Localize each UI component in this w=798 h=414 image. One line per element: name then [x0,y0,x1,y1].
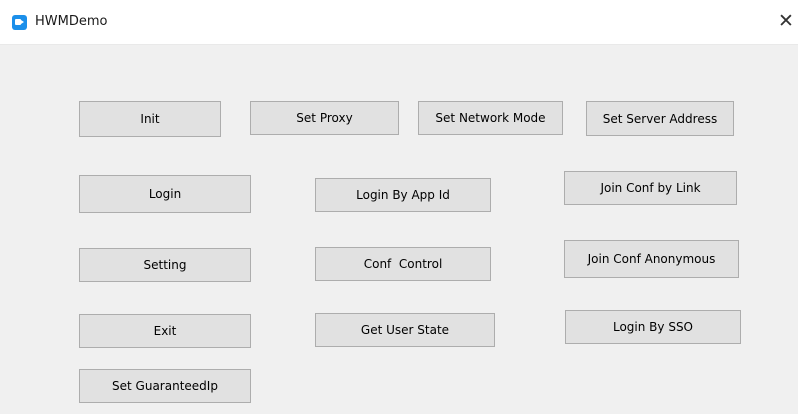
main-panel: Init Set Proxy Set Network Mode Set Serv… [0,45,798,414]
conf-control-button[interactable]: Conf Control [315,247,491,281]
set-server-address-button[interactable]: Set Server Address [586,101,734,136]
get-user-state-button[interactable]: Get User State [315,313,495,347]
set-guaranteed-ip-button[interactable]: Set GuaranteedIp [79,369,251,403]
join-conf-by-link-button[interactable]: Join Conf by Link [564,171,737,205]
exit-button[interactable]: Exit [79,314,251,348]
setting-button[interactable]: Setting [79,248,251,282]
login-by-app-id-button[interactable]: Login By App Id [315,178,491,212]
init-button[interactable]: Init [79,101,221,137]
join-conf-anonymous-button[interactable]: Join Conf Anonymous [564,240,739,278]
window-title: HWMDemo [35,14,108,29]
camera-lens-shape [21,20,24,24]
login-by-sso-button[interactable]: Login By SSO [565,310,741,344]
set-proxy-button[interactable]: Set Proxy [250,101,399,135]
title-bar[interactable]: HWMDemo ✕ [0,0,798,45]
close-icon[interactable]: ✕ [776,9,796,33]
login-button[interactable]: Login [79,175,251,213]
app-logo-icon [12,15,27,30]
app-window: HWMDemo ✕ Init Set Proxy Set Network Mod… [0,0,798,414]
set-network-mode-button[interactable]: Set Network Mode [418,101,563,135]
